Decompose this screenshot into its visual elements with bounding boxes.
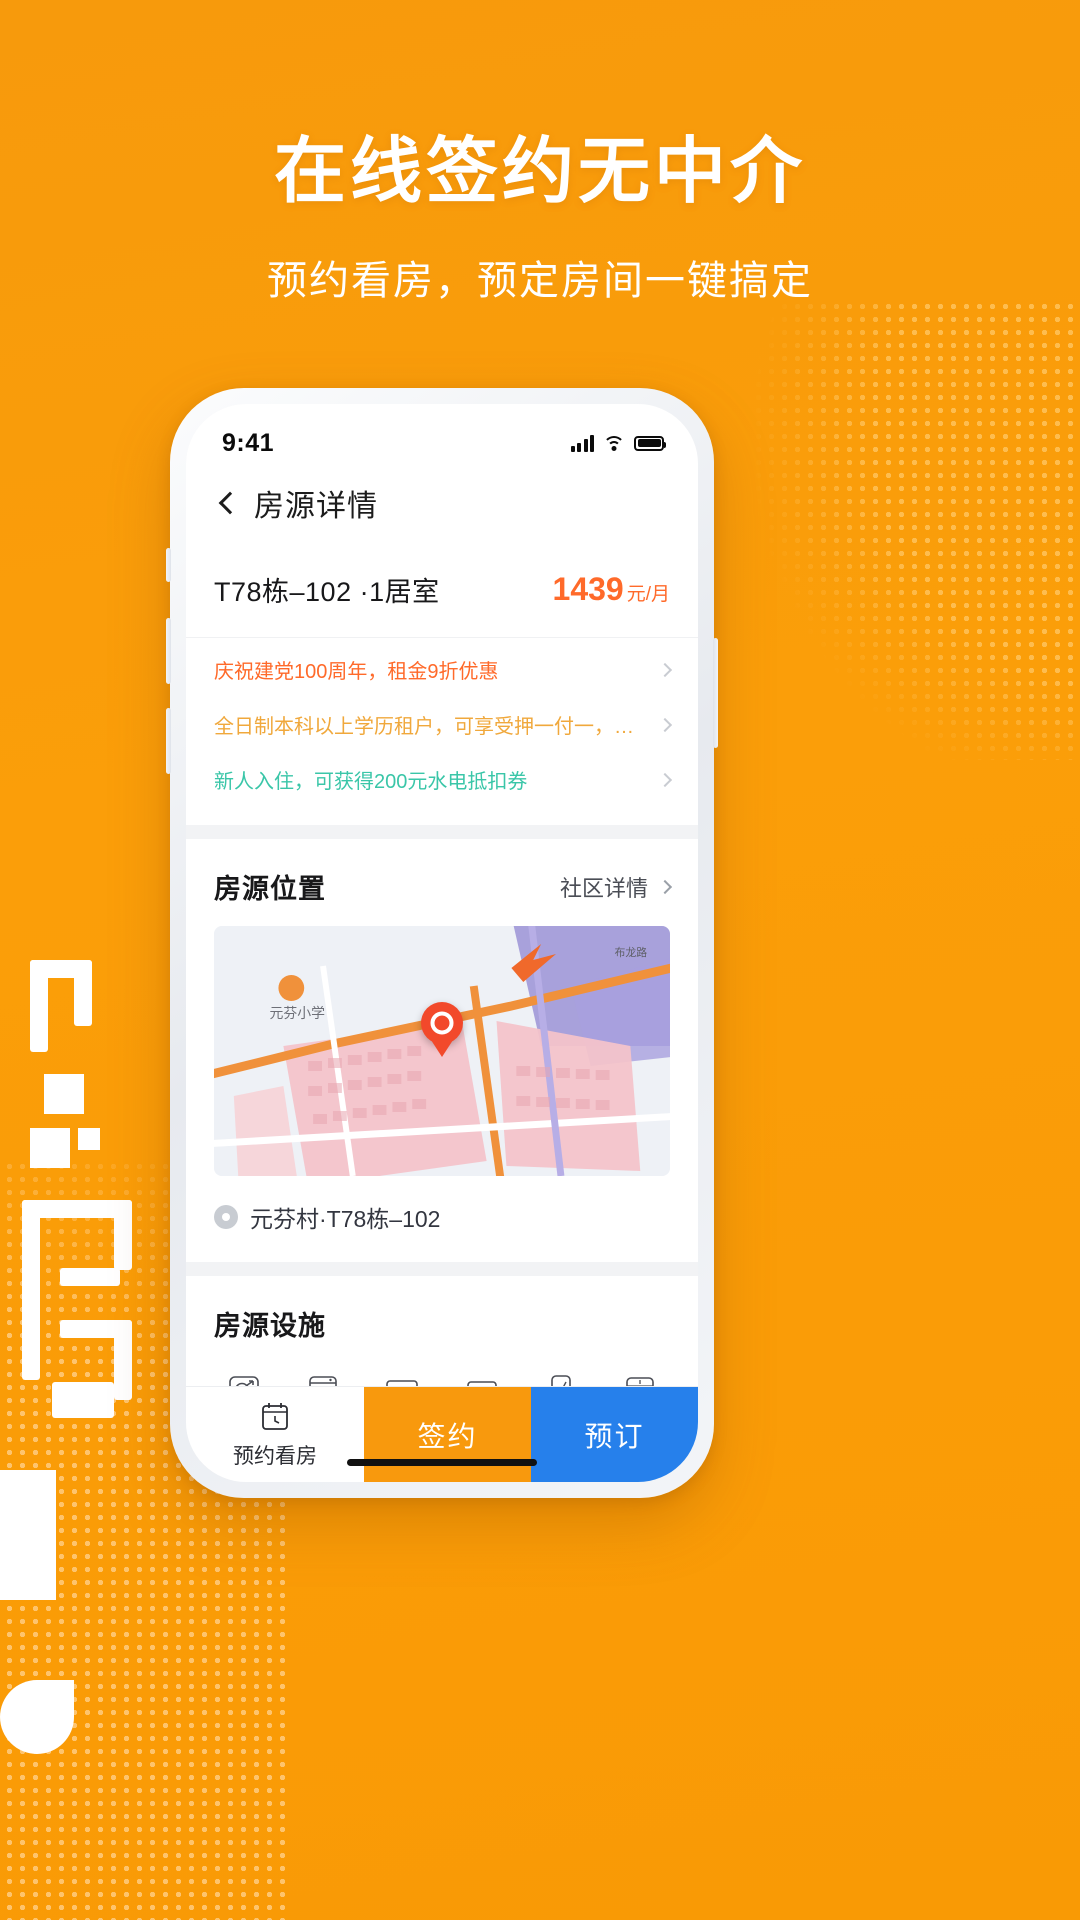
facility-item: 穿衣镜: [521, 1369, 600, 1386]
promo-row[interactable]: 新人入住，可获得200元水电抵扣券: [214, 752, 673, 807]
decorative-glyph: [74, 960, 92, 1026]
facilities-header: 房源设施: [186, 1276, 698, 1363]
listing-price-row: T78栋–102 ·1居室 1439 元/月: [186, 540, 698, 638]
status-icons: [570, 434, 666, 452]
address-text: 元芬村·T78栋–102: [250, 1206, 441, 1232]
price-unit: 元/月: [626, 584, 670, 605]
location-header: 房源位置 社区详情: [186, 839, 698, 926]
map-road-label: 布龙路: [614, 946, 647, 959]
community-detail-link[interactable]: 社区详情: [559, 871, 673, 903]
sign-contract-button[interactable]: 签约: [364, 1387, 531, 1482]
bottom-action-bar: 预约看房 签约 预订: [186, 1386, 698, 1482]
facility-item: 智能电表: [601, 1369, 680, 1386]
appointment-button[interactable]: 预约看房: [186, 1387, 364, 1482]
status-time: 9:41: [222, 428, 275, 457]
calendar-view-icon: [262, 1402, 288, 1430]
promo-text: 全日制本科以上学历租户，可享受押一付一，仅限2021年...: [214, 716, 644, 738]
facilities-card: 房源设施 智能门锁: [186, 1276, 698, 1386]
listing-price: 1439 元/月: [553, 571, 670, 608]
phone-mockup: 9:41 房源详情 T78栋–102 ·1居室 1439 元/月 庆祝建党100…: [166, 388, 718, 1498]
wifi-icon: [603, 435, 625, 452]
price-value: 1439: [552, 571, 624, 607]
promo-text: 新人入住，可获得200元水电抵扣券: [214, 771, 528, 793]
chevron-right-icon: [657, 772, 673, 787]
decorative-glyph: [44, 1074, 84, 1114]
washing-machine-icon: [309, 1376, 337, 1386]
nav-bar: 房源详情: [186, 466, 698, 540]
address-row: 元芬村·T78栋–102: [186, 1176, 698, 1262]
map-preview[interactable]: 元芬小学 布龙路: [214, 926, 670, 1176]
decorative-glyph: [52, 1382, 114, 1418]
listing-title: T78栋–102 ·1居室: [214, 577, 440, 607]
chevron-right-icon: [657, 662, 673, 677]
home-indicator: [347, 1459, 537, 1466]
location-icon: [214, 1205, 238, 1229]
promo-text: 庆祝建党100周年，租金9折优惠: [214, 661, 499, 683]
facility-item: 洗衣机: [283, 1369, 362, 1386]
facilities-section-title: 房源设施: [214, 1311, 326, 1341]
location-section-title: 房源位置: [214, 874, 326, 904]
facility-item: 空调: [363, 1369, 442, 1386]
appointment-label: 预约看房: [233, 1444, 317, 1468]
map-pin-icon: [421, 1002, 463, 1044]
facility-item: 热水器: [442, 1369, 521, 1386]
phone-volume-button: [166, 708, 171, 774]
decorative-glyph: [78, 1128, 100, 1150]
decorative-glyph: [0, 1470, 56, 1600]
promo-list: 庆祝建党100周年，租金9折优惠 全日制本科以上学历租户，可享受押一付一，仅限2…: [186, 638, 698, 825]
phone-screen: 9:41 房源详情 T78栋–102 ·1居室 1439 元/月 庆祝建党100…: [186, 404, 698, 1482]
air-conditioner-icon: [386, 1380, 419, 1386]
chevron-right-icon: [657, 879, 673, 894]
promo-row[interactable]: 庆祝建党100周年，租金9折优惠: [214, 642, 673, 697]
dressing-mirror-icon: [551, 1375, 571, 1386]
phone-side-button: [166, 548, 171, 582]
decorative-glyph: [60, 1268, 120, 1286]
listing-card: T78栋–102 ·1居室 1439 元/月 庆祝建党100周年，租金9折优惠 全…: [186, 540, 698, 825]
decorative-glyph: [114, 1200, 132, 1270]
screen-body: T78栋–102 ·1居室 1439 元/月 庆祝建党100周年，租金9折优惠 全…: [186, 540, 698, 1482]
facility-item: 智能门锁: [204, 1369, 283, 1386]
status-bar: 9:41: [186, 404, 698, 466]
halftone-dots-top-right: [700, 300, 1080, 760]
map-school-label: 元芬小学: [270, 1005, 326, 1021]
battery-full-icon: [634, 435, 666, 451]
decorative-glyph: [0, 1680, 74, 1754]
location-card: 房源位置 社区详情 元芬小学 布龙路 元芬村·T78栋–102: [186, 839, 698, 1262]
facilities-grid: 智能门锁 洗衣机: [186, 1363, 698, 1386]
cellular-signal-icon: [570, 434, 594, 452]
poster-headline: 在线签约无中介: [273, 132, 806, 212]
smart-lock-icon: [228, 1376, 259, 1386]
decorative-glyph: [22, 1200, 40, 1380]
book-button[interactable]: 预订: [531, 1387, 698, 1482]
promo-row[interactable]: 全日制本科以上学历租户，可享受押一付一，仅限2021年...: [214, 697, 673, 752]
scroll-content[interactable]: T78栋–102 ·1居室 1439 元/月 庆祝建党100周年，租金9折优惠 全…: [186, 540, 698, 1386]
chevron-left-icon[interactable]: [218, 491, 242, 515]
decorative-glyph: [114, 1320, 132, 1400]
water-heater-icon: [466, 1381, 497, 1386]
page-title: 房源详情: [254, 490, 378, 523]
poster-subline: 预约看房，预定房间一键搞定: [267, 259, 813, 303]
chevron-right-icon: [657, 717, 673, 732]
decorative-glyph: [30, 1128, 70, 1168]
community-detail-label: 社区详情: [559, 875, 648, 901]
smart-electric-meter-icon: [626, 1377, 655, 1386]
